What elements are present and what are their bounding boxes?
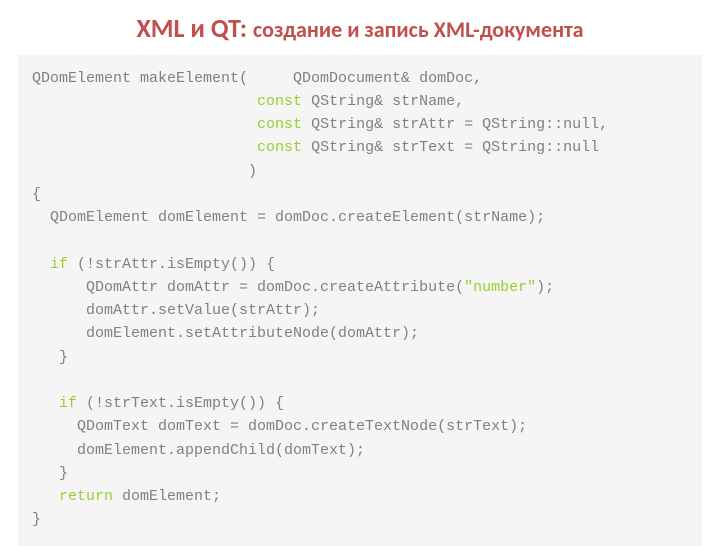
code-line: const QString& strAttr = QString::null,	[32, 116, 608, 133]
code-line: QDomElement makeElement( QDomDocument& d…	[32, 70, 482, 87]
code-token: QDomText domText = domDoc.createTextNode…	[32, 418, 527, 435]
code-token: }	[32, 465, 68, 482]
code-token-kw: if	[59, 395, 77, 412]
code-token: domAttr.setValue(strAttr);	[32, 302, 320, 319]
code-token: (!strAttr.isEmpty()) {	[68, 256, 275, 273]
title-main: XML и QT:	[136, 12, 247, 44]
code-token: }	[32, 511, 41, 528]
code-token: )	[32, 163, 257, 180]
code-token: QDomAttr domAttr = domDoc.createAttribut…	[32, 279, 464, 296]
code-token: QString& strText = QString::null	[302, 139, 599, 156]
code-line: QDomText domText = domDoc.createTextNode…	[32, 418, 527, 435]
slide: XML и QT: создание и запись XML-документ…	[0, 0, 720, 540]
code-token: {	[32, 186, 41, 203]
code-line: )	[32, 163, 257, 180]
code-line: domElement.setAttributeNode(domAttr);	[32, 325, 419, 342]
code-token: domElement;	[113, 488, 221, 505]
code-line: const QString& strText = QString::null	[32, 139, 599, 156]
code-line: {	[32, 186, 41, 203]
code-line: if (!strText.isEmpty()) {	[32, 395, 284, 412]
code-line: domElement.appendChild(domText);	[32, 442, 365, 459]
code-block: QDomElement makeElement( QDomDocument& d…	[18, 55, 702, 546]
code-token	[32, 93, 257, 110]
code-token-kw: const	[257, 139, 302, 156]
code-token-kw: const	[257, 116, 302, 133]
code-token: }	[32, 349, 68, 366]
code-token: );	[536, 279, 554, 296]
code-token: QString& strAttr = QString::null,	[302, 116, 608, 133]
code-line: QDomElement domElement = domDoc.createEl…	[32, 209, 545, 226]
code-line: }	[32, 349, 68, 366]
code-token: QString& strName,	[302, 93, 464, 110]
code-line: return domElement;	[32, 488, 221, 505]
slide-title: XML и QT: создание и запись XML-документ…	[0, 12, 720, 55]
code-token: domElement.setAttributeNode(domAttr);	[32, 325, 419, 342]
code-line: if (!strAttr.isEmpty()) {	[32, 256, 275, 273]
code-token	[32, 488, 59, 505]
code-token-kw: if	[50, 256, 68, 273]
code-line: }	[32, 465, 68, 482]
code-line: QDomAttr domAttr = domDoc.createAttribut…	[32, 279, 554, 296]
code-token-kw: return	[59, 488, 113, 505]
code-token-kw: const	[257, 93, 302, 110]
code-line: domAttr.setValue(strAttr);	[32, 302, 320, 319]
code-token: QDomElement domElement = domDoc.createEl…	[32, 209, 545, 226]
code-token: domElement.appendChild(domText);	[32, 442, 365, 459]
code-token-str: "number"	[464, 279, 536, 296]
code-token	[32, 256, 50, 273]
code-token	[32, 139, 257, 156]
code-token: QDomElement makeElement( QDomDocument& d…	[32, 70, 482, 87]
code-token	[32, 395, 59, 412]
code-token: (!strText.isEmpty()) {	[77, 395, 284, 412]
code-token	[32, 116, 257, 133]
code-line: const QString& strName,	[32, 93, 464, 110]
title-sub: создание и запись XML-документа	[253, 16, 584, 43]
code-line: }	[32, 511, 41, 528]
